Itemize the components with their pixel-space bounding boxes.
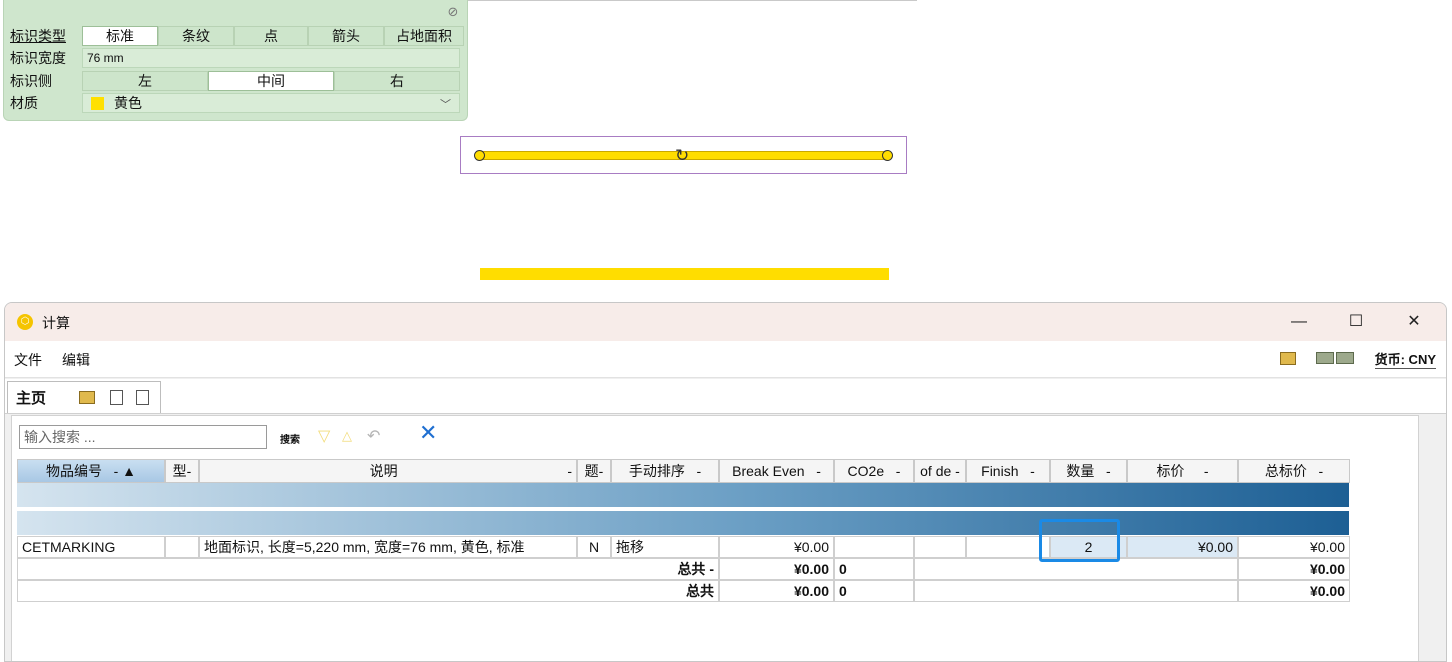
cell-type[interactable]	[165, 536, 199, 558]
folder-icon[interactable]	[79, 391, 95, 404]
subtotal-label: 总共 -	[17, 558, 719, 580]
subtotal-break-even: ¥0.00	[719, 558, 834, 580]
undo-icon[interactable]: ↶	[367, 426, 380, 446]
cell-item-number[interactable]: CETMARKING	[17, 536, 165, 558]
subtotal-co2e: 0	[834, 558, 914, 580]
marking-type-segmented: 标准 条纹 点 箭头 占地面积	[82, 26, 464, 46]
col-header-co2e[interactable]: CO2e -	[834, 459, 914, 483]
option-standard[interactable]: 标准	[82, 26, 158, 46]
prop-label: 标识侧	[10, 73, 52, 89]
col-header-list-price[interactable]: 标价 -	[1127, 459, 1238, 483]
tab-home-label: 主页	[16, 390, 47, 407]
cell-break-even[interactable]: ¥0.00	[719, 536, 834, 558]
prop-row-marking-side: 标识侧 左 中间 右	[4, 70, 460, 92]
title-bar: ⬡ 计算 — ☐ ✕	[5, 303, 1446, 341]
col-header-topic[interactable]: 题-	[577, 459, 611, 483]
grandtotal-spacer	[914, 580, 1238, 602]
chevron-down-icon: ﹀	[440, 99, 451, 111]
option-area[interactable]: 占地面积	[384, 26, 464, 46]
col-header-of-de[interactable]: of de -	[914, 459, 966, 483]
menu-file[interactable]: 文件	[14, 350, 42, 370]
cell-co2e[interactable]	[834, 536, 914, 558]
visibility-off-icon[interactable]: ⊘	[445, 4, 461, 20]
col-header-item-number[interactable]: 物品编号 - ▲	[17, 459, 165, 483]
option-arrow[interactable]: 箭头	[308, 26, 384, 46]
prop-row-marking-type: 标识类型 标准 条纹 点 箭头 占地面积	[4, 25, 464, 47]
app-icon: ⬡	[17, 314, 33, 330]
col-header-manual-sort[interactable]: 手动排序 -	[611, 459, 719, 483]
material-dropdown[interactable]: 黄色 ﹀	[82, 93, 460, 113]
option-right[interactable]: 右	[334, 71, 460, 91]
prop-label: 材质	[10, 95, 38, 111]
subtotal-total-price: ¥0.00	[1238, 558, 1350, 580]
top-divider	[466, 0, 917, 1]
window-title: 计算	[42, 315, 70, 331]
prop-label: 标识宽度	[10, 50, 66, 66]
close-button[interactable]: ✕	[1399, 311, 1429, 333]
prop-row-material: 材质 黄色 ﹀	[4, 92, 460, 114]
folder-icon[interactable]	[1280, 352, 1296, 365]
option-center[interactable]: 中间	[208, 71, 334, 91]
filter-icon[interactable]: ▽	[318, 426, 330, 446]
search-input[interactable]	[19, 425, 267, 449]
end-handle[interactable]	[882, 150, 893, 161]
prop-row-marking-width: 标识宽度 76 mm	[4, 47, 460, 69]
minimize-button[interactable]: —	[1284, 311, 1314, 333]
money-icon[interactable]	[1316, 352, 1334, 364]
search-button[interactable]: 搜索	[280, 431, 300, 446]
marking-properties-panel: ⊘ 标识类型 标准 条纹 点 箭头 占地面积 标识宽度 76 mm 标识侧 左 …	[3, 0, 468, 121]
cell-finish[interactable]	[966, 536, 1050, 558]
menu-edit[interactable]: 编辑	[62, 350, 90, 370]
group-band	[17, 511, 1349, 535]
group-band	[17, 483, 1349, 507]
cell-list-price[interactable]: ¥0.00	[1127, 536, 1238, 558]
marking-width-field[interactable]: 76 mm	[82, 48, 460, 68]
col-header-description[interactable]: 说明 -	[199, 459, 577, 483]
col-header-quantity[interactable]: 数量 -	[1050, 459, 1127, 483]
currency-button[interactable]: 货币: CNY	[1374, 349, 1436, 369]
calc-content: 搜索 ▽ △ ↶ ✕ 物品编号 - ▲ 型- 说明- 题- 手动排序 - Bre…	[11, 415, 1419, 661]
grandtotal-label: 总共	[17, 580, 719, 602]
marking-side-segmented: 左 中间 右	[82, 71, 460, 91]
maximize-button[interactable]: ☐	[1341, 311, 1371, 333]
rotate-handle-icon[interactable]: ↻	[675, 147, 692, 164]
money-icon[interactable]	[1336, 352, 1354, 364]
triangle-icon[interactable]: △	[342, 428, 352, 444]
quantity-focus-highlight	[1039, 519, 1120, 562]
document-icon[interactable]	[110, 390, 123, 405]
tab-home[interactable]: 主页	[7, 381, 161, 413]
grandtotal-break-even: ¥0.00	[719, 580, 834, 602]
marking-line[interactable]	[480, 268, 889, 280]
col-header-break-even[interactable]: Break Even -	[719, 459, 834, 483]
grandtotal-total-price: ¥0.00	[1238, 580, 1350, 602]
option-dot[interactable]: 点	[234, 26, 308, 46]
col-header-type[interactable]: 型-	[165, 459, 199, 483]
material-value: 黄色	[114, 95, 142, 111]
menu-bar: 文件 编辑 货币: CNY	[5, 341, 1446, 378]
cell-description[interactable]: 地面标识, 长度=5,220 mm, 宽度=76 mm, 黄色, 标准	[199, 536, 577, 558]
calculation-window: ⬡ 计算 — ☐ ✕ 文件 编辑 货币: CNY 主页 搜索 ▽ △ ↶ ✕ 物…	[4, 302, 1447, 662]
cell-manual-sort[interactable]: 拖移	[611, 536, 719, 558]
tab-bar: 主页	[5, 379, 1446, 414]
col-header-finish[interactable]: Finish -	[966, 459, 1050, 483]
cell-topic[interactable]: N	[577, 536, 611, 558]
cell-of-de[interactable]	[914, 536, 966, 558]
start-handle[interactable]	[474, 150, 485, 161]
prop-label: 标识类型	[10, 28, 66, 44]
grandtotal-co2e: 0	[834, 580, 914, 602]
color-swatch	[91, 96, 104, 110]
option-left[interactable]: 左	[82, 71, 208, 91]
copy-document-icon[interactable]	[136, 390, 149, 405]
col-header-total-price[interactable]: 总标价 -	[1238, 459, 1350, 483]
cell-total-price[interactable]: ¥0.00	[1238, 536, 1350, 558]
clear-x-icon[interactable]: ✕	[419, 420, 437, 446]
option-stripe[interactable]: 条纹	[158, 26, 234, 46]
